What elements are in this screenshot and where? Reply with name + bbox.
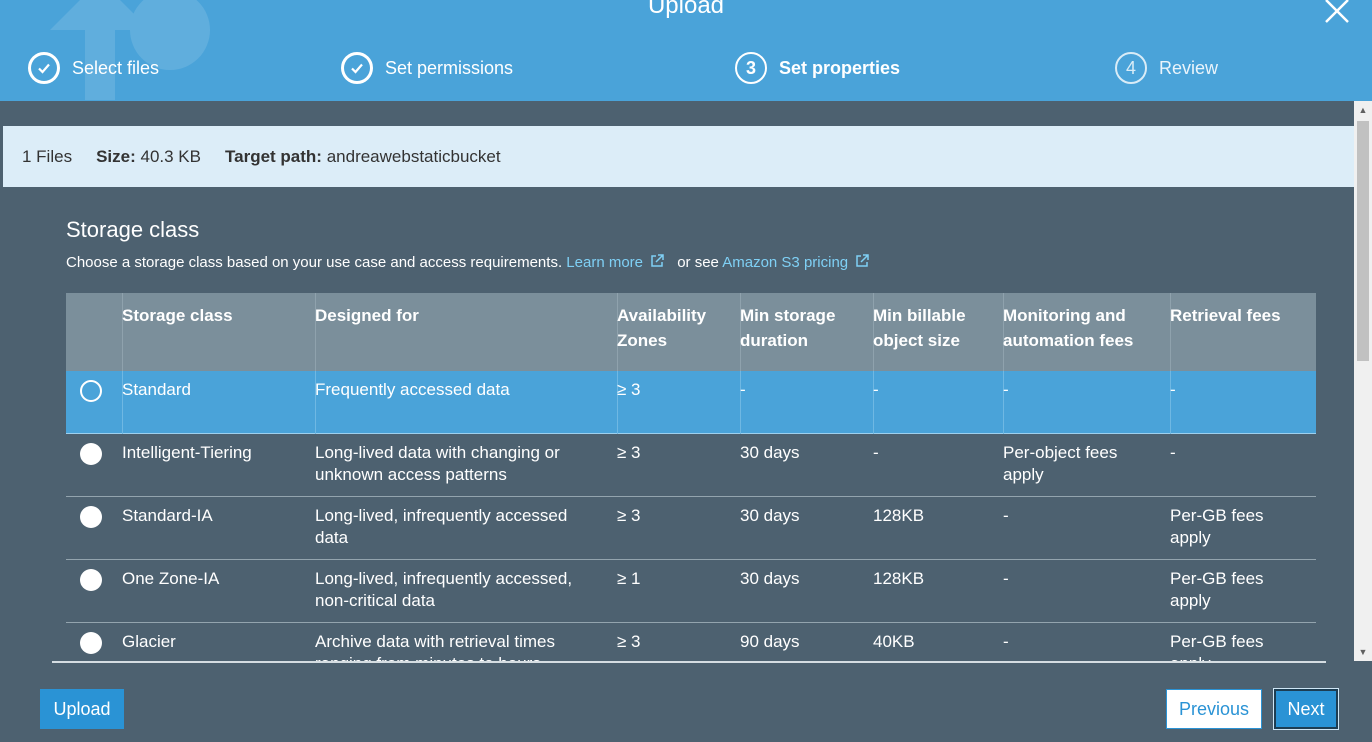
step-review[interactable]: 4 Review xyxy=(1115,50,1218,86)
table-row[interactable]: One Zone-IA Long-lived, infrequently acce… xyxy=(66,560,1316,623)
storage-class-radio[interactable] xyxy=(80,380,102,402)
cell-retrieval-fees: - xyxy=(1170,443,1176,462)
storage-class-radio[interactable] xyxy=(80,443,102,465)
learn-more-link[interactable]: Learn more xyxy=(566,254,665,271)
modal-title: Upload xyxy=(647,0,725,19)
close-icon[interactable] xyxy=(1322,0,1352,26)
scroll-up-icon[interactable]: ▲ xyxy=(1354,101,1372,119)
storage-class-description: Choose a storage class based on your use… xyxy=(66,253,870,271)
wizard-header: Upload Select files Set permissions 3 Se… xyxy=(0,0,1372,101)
external-link-icon xyxy=(856,254,869,267)
column-header-availability-zones: Availability Zones xyxy=(617,306,707,350)
cell-retrieval-fees: Per-GB feesapply xyxy=(1170,632,1264,661)
cell-monitoring-fees: - xyxy=(1003,632,1009,651)
vertical-scrollbar[interactable]: ▲ ▼ xyxy=(1354,101,1372,661)
storage-class-table: Storage class Designed for Availability Z… xyxy=(66,293,1316,661)
or-see-text: or see xyxy=(677,254,719,271)
column-header-min-billable-size: Min billable object size xyxy=(873,306,966,350)
description-text: Choose a storage class based on your use… xyxy=(66,254,563,271)
cell-availability-zones: ≥ 3 xyxy=(617,506,641,525)
step-label: Set permissions xyxy=(385,57,514,78)
cell-min-size: 40KB xyxy=(873,632,915,651)
cell-designed-for: Long-lived, infrequently accessed data xyxy=(315,506,568,547)
column-header-retrieval-fees: Retrieval fees xyxy=(1170,306,1281,325)
step-number: 4 xyxy=(1115,52,1147,84)
table-row[interactable]: Standard-IA Long-lived, infrequently acce… xyxy=(66,497,1316,560)
step-set-properties[interactable]: 3 Set properties xyxy=(735,50,900,86)
cell-storage-class: Standard-IA xyxy=(122,506,213,525)
storage-class-radio[interactable] xyxy=(80,632,102,654)
table-row[interactable]: Intelligent-Tiering Long-lived data with … xyxy=(66,434,1316,497)
cell-monitoring-fees: - xyxy=(1003,380,1009,399)
storage-class-radio[interactable] xyxy=(80,569,102,591)
column-header-storage-class: Storage class xyxy=(122,306,233,325)
previous-button[interactable]: Previous xyxy=(1166,689,1262,729)
cell-storage-class: Intelligent-Tiering xyxy=(122,443,252,462)
cell-availability-zones: ≥ 3 xyxy=(617,632,641,651)
size-label: Size: xyxy=(96,146,136,166)
column-header-min-storage-duration: Min storage duration xyxy=(740,306,836,350)
learn-more-label: Learn more xyxy=(566,254,644,271)
step-set-permissions[interactable]: Set permissions xyxy=(341,50,513,86)
target-path-label: Target path: xyxy=(225,146,322,166)
pricing-link-label: Amazon S3 pricing xyxy=(722,254,849,271)
table-header: Storage class Designed for Availability Z… xyxy=(66,293,1316,371)
check-circle-icon xyxy=(28,52,60,84)
scrollbar-thumb[interactable] xyxy=(1357,121,1369,361)
target-path-value: andreawebstaticbucket xyxy=(326,146,501,166)
column-header-designed-for: Designed for xyxy=(315,306,419,325)
cell-storage-class: Glacier xyxy=(122,632,176,651)
cell-retrieval-fees: Per-GB feesapply xyxy=(1170,506,1264,547)
cell-min-duration: 30 days xyxy=(740,443,800,462)
cell-min-size: - xyxy=(873,443,879,462)
column-header-monitoring-fees: Monitoring and automation fees xyxy=(1003,306,1134,350)
storage-class-radio[interactable] xyxy=(80,506,102,528)
cell-availability-zones: ≥ 3 xyxy=(617,380,641,399)
scroll-down-icon[interactable]: ▼ xyxy=(1354,643,1372,661)
file-count: 1 Files xyxy=(22,146,73,166)
s3-pricing-link[interactable]: Amazon S3 pricing xyxy=(722,254,870,271)
step-label: Review xyxy=(1159,57,1219,78)
cell-min-duration: 90 days xyxy=(740,632,800,651)
size-value: 40.3 KB xyxy=(140,146,202,166)
wizard-steps: Select files Set permissions 3 Set prope… xyxy=(0,50,1372,86)
target-path-summary: Target path: andreawebstaticbucket xyxy=(225,147,501,167)
cell-designed-for: Archive data with retrieval timesranging… xyxy=(315,632,555,661)
table-row[interactable]: Glacier Archive data with retrieval times… xyxy=(66,623,1316,661)
step-number: 3 xyxy=(735,52,767,84)
cell-min-duration: - xyxy=(740,380,746,399)
cell-designed-for: Frequently accessed data xyxy=(315,380,510,399)
cell-min-size: - xyxy=(873,380,879,399)
step-label: Select files xyxy=(72,57,160,78)
cell-monitoring-fees: Per-object fees apply xyxy=(1003,443,1118,484)
cell-min-duration: 30 days xyxy=(740,569,800,588)
cell-min-duration: 30 days xyxy=(740,506,800,525)
cell-retrieval-fees: Per-GB feesapply xyxy=(1170,569,1264,610)
cell-min-size: 128KB xyxy=(873,569,925,588)
cell-monitoring-fees: - xyxy=(1003,569,1009,588)
next-button[interactable]: Next xyxy=(1274,689,1338,729)
size-summary: Size: 40.3 KB xyxy=(96,147,201,167)
upload-summary-bar: 1 Files Size: 40.3 KB Target path: andre… xyxy=(3,126,1354,187)
cell-designed-for: Long-lived, infrequently accessed, non-cr… xyxy=(315,569,573,610)
cell-storage-class: Standard xyxy=(122,380,191,399)
check-circle-icon xyxy=(341,52,373,84)
step-label: Set properties xyxy=(779,57,901,78)
storage-class-heading: Storage class xyxy=(66,217,200,242)
table-bottom-divider xyxy=(52,661,1326,663)
cell-retrieval-fees: - xyxy=(1170,380,1176,399)
cell-monitoring-fees: - xyxy=(1003,506,1009,525)
cell-designed-for: Long-lived data with changing or unknown … xyxy=(315,443,560,484)
cell-min-size: 128KB xyxy=(873,506,925,525)
table-row[interactable]: Standard Frequently accessed data ≥ 3 - - - - xyxy=(66,371,1316,434)
cell-availability-zones: ≥ 1 xyxy=(617,569,641,588)
external-link-icon xyxy=(651,254,664,267)
cell-availability-zones: ≥ 3 xyxy=(617,443,641,462)
cell-storage-class: One Zone-IA xyxy=(122,569,220,588)
upload-button[interactable]: Upload xyxy=(40,689,124,729)
step-select-files[interactable]: Select files xyxy=(28,50,159,86)
